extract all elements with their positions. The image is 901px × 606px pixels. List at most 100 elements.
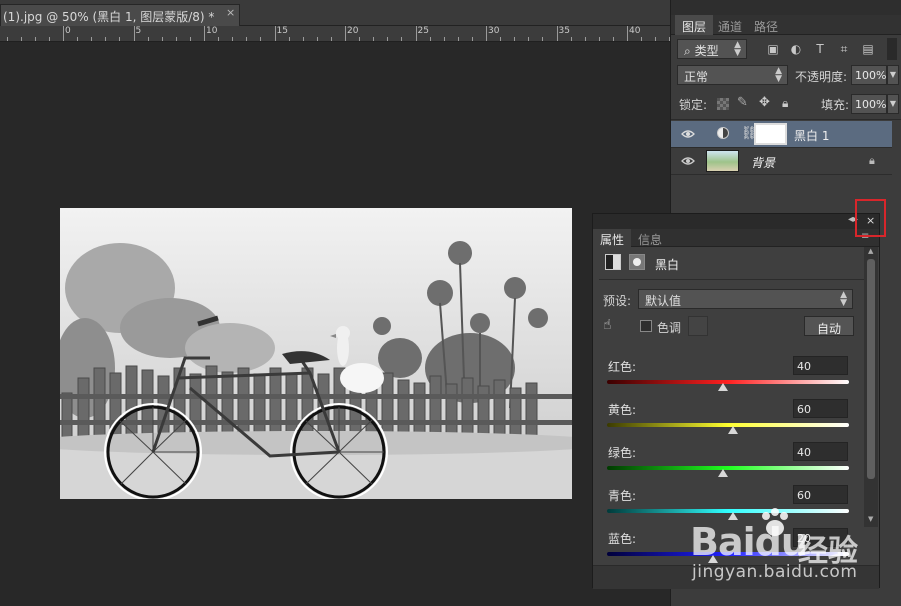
ruler-tick [246,37,248,41]
document-close-icon[interactable]: × [226,6,235,19]
targeted-adjustment-hand-icon[interactable]: ☝ [603,317,612,333]
ruler-label: 5 [135,26,142,36]
lock-image-pixels-icon[interactable]: ✎ [737,95,748,110]
fill-field[interactable]: 100% [851,94,887,114]
scroll-up-arrow-icon[interactable]: ▲ [868,247,873,255]
fill-dropdown-arrow-icon[interactable]: ▼ [887,94,899,114]
watermark-url: jingyan.baidu.com [692,562,858,582]
visibility-eye-icon[interactable] [681,128,695,140]
tab-layers[interactable]: 图层 [675,15,714,35]
ruler-tick [77,37,79,41]
ruler-tick [91,37,93,41]
ruler-tick [105,37,107,41]
baidu-watermark: Baidu 经验 jingyan.baidu.com [680,500,880,606]
horizontal-ruler: 0 5 10 15 20 25 30 35 40 [0,26,670,42]
scrollbar-thumb[interactable] [867,259,875,479]
type-filter-icon[interactable]: T [813,42,827,56]
lock-all-icon[interactable]: 🔒︎ [782,96,788,111]
slider-label: 红色: [608,360,637,374]
preset-value: 默认值 [645,294,682,308]
document-image[interactable] [60,208,572,499]
ruler-tick [6,37,8,41]
ruler-label: 15 [276,26,288,36]
layers-panel-tabs: 图层 通道 路径 [671,15,901,35]
document-tab[interactable]: (1).jpg @ 50% (黑白 1, 图层蒙版/8) * [0,4,240,26]
layer-row-background[interactable]: 背景 🔒︎ [671,148,892,175]
preset-dropdown[interactable]: 默认值 ▲ ▼ [638,289,853,309]
layer-name[interactable]: 黑白 1 [794,127,829,144]
fill-label: 填充: [821,98,850,112]
lock-position-icon[interactable]: ✥ [759,95,770,110]
ruler-tick [429,37,431,41]
slider-thumb[interactable] [718,383,729,391]
ruler-tick [232,37,234,41]
highlight-annotation [855,199,886,237]
slider-label: 黄色: [608,403,637,417]
tab-paths[interactable]: 路径 [747,15,785,35]
filter-toggle[interactable] [887,38,897,60]
opacity-field[interactable]: 100% [851,65,887,85]
image-filter-icon[interactable]: ▣ [766,42,780,56]
adjustment-filter-icon[interactable]: ◐ [789,42,803,56]
shape-filter-icon[interactable]: ⌗ [837,42,851,56]
tab-channels[interactable]: 通道 [711,15,749,35]
lock-transparent-pixels-icon[interactable] [717,98,729,110]
slider-thumb[interactable] [727,426,738,434]
bicycle-fence-image [60,208,572,499]
ruler-tick [274,26,276,41]
tab-properties[interactable]: 属性 [593,229,632,247]
tint-checkbox[interactable] [640,320,652,332]
ruler-tick [556,26,558,41]
auto-button[interactable]: 自动 [804,316,854,336]
slider-value-field[interactable]: 40 [793,442,848,461]
ruler-label: 35 [558,26,570,36]
ruler-tick [528,37,530,41]
visibility-eye-icon[interactable] [681,155,695,167]
ruler-tick [500,37,502,41]
opacity-label: 不透明度: [795,70,848,84]
ruler-tick [316,37,318,41]
ruler-tick [443,37,445,41]
ruler-label: 20 [347,26,359,36]
bw-adjustment-icon[interactable] [605,254,621,270]
slider-value-field[interactable]: 60 [793,399,848,418]
layer-filter-dropdown[interactable]: ⌕ 类型 ▲ ▼ [677,39,747,59]
layer-mask-thumbnail[interactable] [754,123,787,145]
layer-row-bw1[interactable]: ⛓ 黑白 1 [671,121,892,148]
mask-icon[interactable] [629,254,645,270]
ruler-tick [612,37,614,41]
ruler-tick [627,26,628,41]
ruler-tick [260,37,262,41]
properties-panel-header[interactable]: ◂▸ × [593,214,879,229]
paw-logo-icon [758,508,792,538]
slider-value-field[interactable]: 40 [793,356,848,375]
slider-label: 绿色: [608,446,637,460]
ruler-tick [641,37,643,41]
slider-thumb[interactable] [718,469,729,477]
properties-scrollbar[interactable]: ▲ ▼ [864,247,878,527]
preset-label: 预设: [603,294,632,308]
background-layer-thumbnail[interactable] [706,150,739,172]
opacity-dropdown-arrow-icon[interactable]: ▼ [887,65,899,85]
ruler-label: 10 [206,26,218,36]
ruler-tick [457,37,459,41]
ruler-tick [330,37,332,41]
ruler-tick [471,37,473,41]
ruler-tick [218,37,220,41]
tint-color-swatch[interactable] [688,316,708,336]
ruler-label: 30 [488,26,500,36]
ruler-tick [119,37,121,41]
ruler-tick [415,26,417,41]
tab-info[interactable]: 信息 [631,229,669,247]
blend-mode-dropdown[interactable]: 正常 ▲ ▼ [677,65,788,85]
ruler-tick [302,37,304,41]
ruler-tick [288,37,290,41]
layer-name[interactable]: 背景 [751,154,775,171]
canvas-area[interactable] [0,42,670,606]
smartobject-filter-icon[interactable]: ▤ [861,42,875,56]
slider-label: 青色: [608,489,637,503]
ruler-tick [373,37,375,41]
search-icon: ⌕ [684,44,691,58]
ruler-tick [161,37,163,41]
updown-arrow-icon: ▲ ▼ [840,290,847,308]
